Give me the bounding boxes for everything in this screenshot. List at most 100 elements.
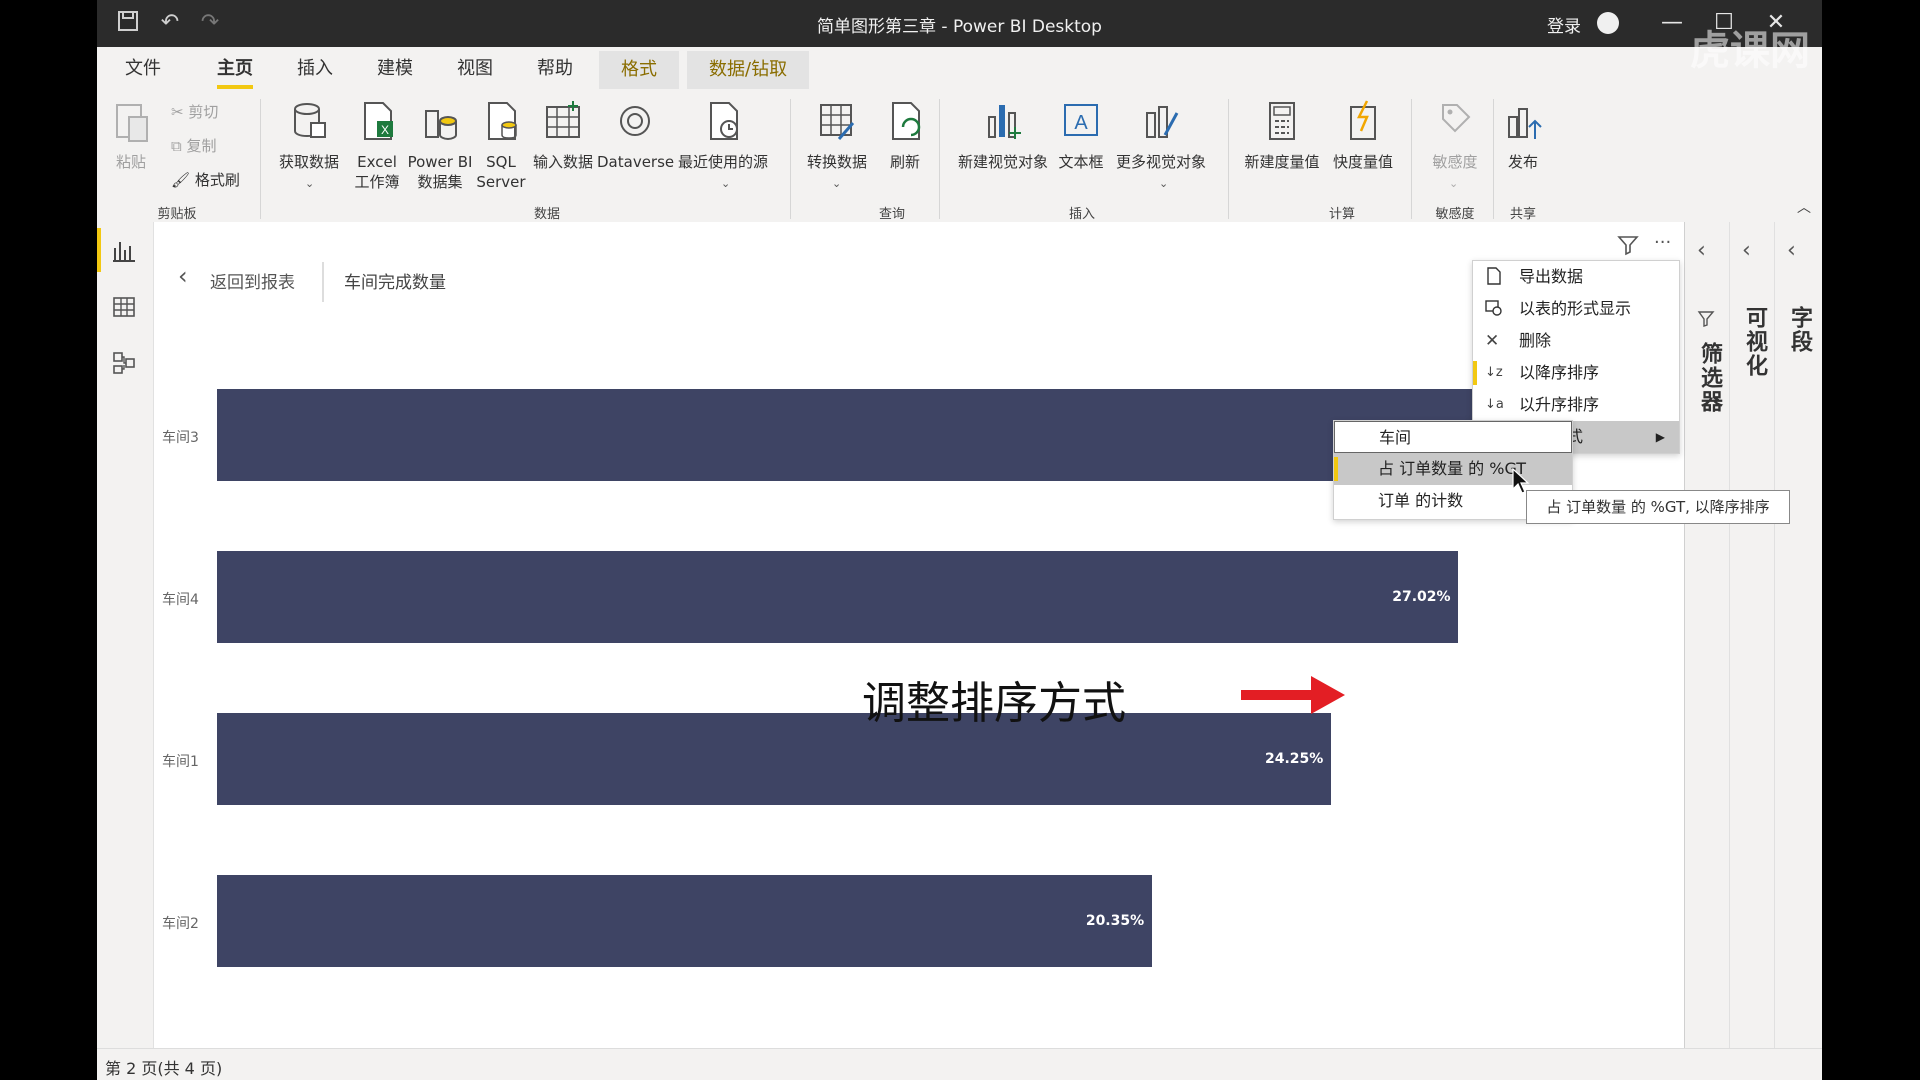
transform-data-button[interactable]: 转换数据 xyxy=(801,99,873,172)
back-to-report-button[interactable]: 返回到报表 xyxy=(210,268,295,293)
chevron-left-icon[interactable]: ‹ xyxy=(1697,238,1706,263)
tab-format[interactable]: 格式 xyxy=(599,51,679,89)
power-bi-window: ↶ ↷ 简单图形第三章 - Power BI Desktop 登录 — ☐ ✕ … xyxy=(97,0,1822,1080)
tab-data-drill[interactable]: 数据/钻取 xyxy=(687,51,810,89)
active-indicator xyxy=(97,228,101,272)
filters-pane[interactable]: ‹ 筛选器 xyxy=(1685,222,1730,1048)
group-label-share: 共享 xyxy=(1509,207,1536,222)
menu-item-export-data[interactable]: 导出数据 xyxy=(1473,261,1679,293)
pbi-dataset-button[interactable]: Power BI 数据集 xyxy=(403,99,477,192)
more-visuals-icon xyxy=(1146,106,1179,138)
dataset-icon xyxy=(425,110,457,141)
publish-icon xyxy=(1508,108,1542,139)
chevron-left-icon[interactable]: ‹ xyxy=(178,262,188,290)
paste-icon xyxy=(116,104,148,142)
bar[interactable] xyxy=(217,551,1459,643)
database-icon xyxy=(294,103,326,138)
selected-indicator xyxy=(1473,361,1477,385)
more-options-icon[interactable]: ··· xyxy=(1654,232,1671,253)
chevron-right-icon: ▶ xyxy=(1655,430,1665,444)
category-label: 车间2 xyxy=(162,916,199,932)
new-measure-button[interactable]: 新建度量值 xyxy=(1239,99,1325,172)
menu-item-delete[interactable]: ✕ 删除 xyxy=(1473,325,1679,357)
data-label: 24.25% xyxy=(1264,751,1324,767)
more-visuals-button[interactable]: 更多视觉对象 xyxy=(1109,99,1213,172)
format-painter-button[interactable]: 🖌 格式刷 xyxy=(171,169,240,191)
tab-home[interactable]: 主页 xyxy=(209,57,261,91)
new-visual-button[interactable]: 新建视觉对象 xyxy=(953,99,1053,172)
sort-asc-icon: ↓a xyxy=(1485,397,1504,412)
svg-text:A: A xyxy=(1074,112,1088,134)
sort-by-workshop[interactable]: 车间 xyxy=(1334,421,1572,453)
copy-button[interactable]: ⧉ 复制 xyxy=(171,135,217,157)
table-plus-icon xyxy=(546,101,580,138)
model-view-icon[interactable] xyxy=(111,350,137,376)
quick-measure-icon xyxy=(1350,100,1376,140)
dataverse-button[interactable]: Dataverse xyxy=(597,99,674,172)
svg-text:X: X xyxy=(381,123,389,137)
bar[interactable] xyxy=(217,875,1152,967)
tab-help[interactable]: 帮助 xyxy=(529,57,581,91)
textbox-button[interactable]: A 文本框 xyxy=(1053,99,1109,172)
group-label-data: 数据 xyxy=(533,207,560,222)
delete-icon: ✕ xyxy=(1485,331,1500,351)
refresh-button[interactable]: 刷新 xyxy=(877,99,933,172)
title-bar: ↶ ↷ 简单图形第三章 - Power BI Desktop 登录 — ☐ ✕ xyxy=(97,0,1822,47)
sql-server-icon xyxy=(488,102,517,140)
signin-link[interactable]: 登录 xyxy=(1547,12,1581,37)
new-visual-icon xyxy=(988,105,1021,139)
filters-pane-label: 筛选器 xyxy=(1697,342,1722,414)
chevron-left-icon[interactable]: ‹ xyxy=(1787,238,1796,263)
annotation-text: 调整排序方式 xyxy=(862,678,1126,729)
visualizations-pane[interactable]: ‹ 可视化 xyxy=(1730,222,1775,1048)
paste-button[interactable]: 粘贴 xyxy=(111,99,151,172)
tab-insert[interactable]: 插入 xyxy=(289,57,341,91)
textbox-icon: A xyxy=(1064,104,1098,136)
report-canvas: ··· ‹ 返回到报表 车间完成数量 车间3 车间4 27.02% 车间1 24.25%… xyxy=(154,222,1685,1048)
tab-view[interactable]: 视图 xyxy=(449,57,501,91)
enter-data-button[interactable]: 输入数据 xyxy=(527,99,599,172)
watermark-logo: 虎课网 xyxy=(1690,28,1810,74)
sensitivity-button[interactable]: 敏感度 xyxy=(1425,99,1485,172)
scissors-icon: ✂ xyxy=(171,103,184,121)
report-view-icon[interactable] xyxy=(111,238,137,264)
bar[interactable] xyxy=(217,713,1331,805)
fields-pane[interactable]: ‹ 字段 xyxy=(1775,222,1822,1048)
avatar[interactable] xyxy=(1597,12,1619,34)
filter-icon[interactable] xyxy=(1617,234,1639,260)
menu-item-sort-ascending[interactable]: ↓a 以升序排序 xyxy=(1473,389,1679,421)
publish-button[interactable]: 发布 xyxy=(1501,99,1545,172)
category-label: 车间1 xyxy=(162,754,199,770)
sql-server-button[interactable]: SQL Server xyxy=(473,99,529,192)
category-label: 车间4 xyxy=(162,592,199,608)
sort-desc-icon: ↓z xyxy=(1485,365,1503,380)
chevron-down-icon: ⌄ xyxy=(832,177,842,190)
sort-by-order-qty-pct[interactable]: 占 订单数量 的 %GT xyxy=(1334,453,1572,485)
export-icon xyxy=(1485,267,1505,287)
recent-source-icon xyxy=(710,102,738,140)
group-label-calc: 计算 xyxy=(1328,207,1355,222)
chevron-down-icon: ⌄ xyxy=(721,177,731,190)
recent-sources-button[interactable]: 最近使用的源 xyxy=(671,99,775,172)
get-data-button[interactable]: 获取数据 xyxy=(273,99,345,172)
transform-icon xyxy=(820,104,855,140)
menu-item-sort-descending[interactable]: ↓z 以降序排序 xyxy=(1473,357,1679,389)
minimize-icon[interactable]: — xyxy=(1657,8,1687,38)
tab-file[interactable]: 文件 xyxy=(117,57,169,91)
data-view-icon[interactable] xyxy=(111,294,137,320)
quick-measure-button[interactable]: 快度量值 xyxy=(1325,99,1401,172)
status-bar: 第 2 页(共 4 页) xyxy=(97,1048,1822,1080)
collapse-ribbon-icon[interactable]: ︿ xyxy=(1797,197,1811,217)
menu-bar: 文件 主页 插入 建模 视图 帮助 格式 数据/钻取 xyxy=(97,47,1822,91)
excel-workbook-button[interactable]: X Excel 工作簿 xyxy=(349,99,405,192)
group-label-sensitivity: 敏感度 xyxy=(1435,207,1475,222)
cut-button[interactable]: ✂ 剪切 xyxy=(171,101,218,123)
chevron-left-icon[interactable]: ‹ xyxy=(1742,238,1751,263)
mouse-cursor-icon xyxy=(1512,468,1530,494)
menu-item-show-as-table[interactable]: 以表的形式显示 xyxy=(1473,293,1679,325)
tab-modeling[interactable]: 建模 xyxy=(369,57,421,91)
red-arrow-icon xyxy=(1241,676,1345,714)
bar[interactable] xyxy=(217,389,1521,481)
selected-indicator xyxy=(1334,457,1338,481)
view-switcher xyxy=(97,222,154,1048)
